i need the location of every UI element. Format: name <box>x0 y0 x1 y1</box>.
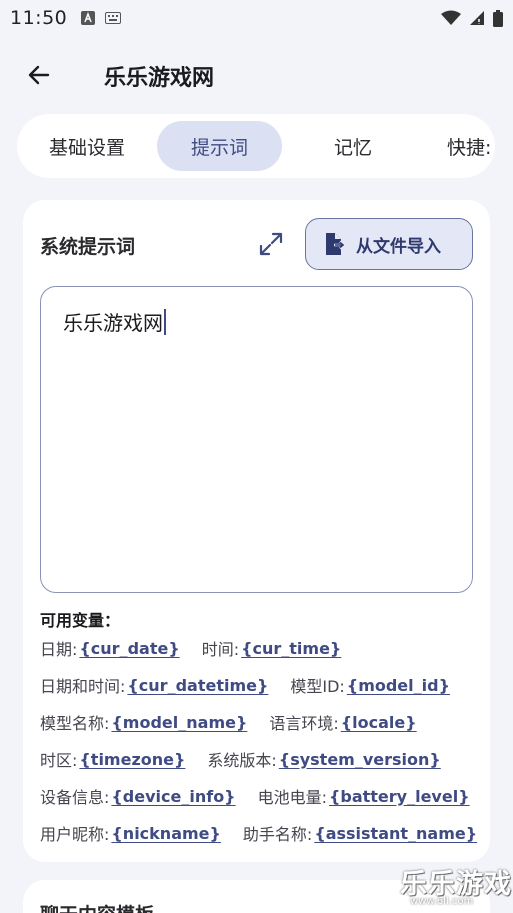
variable-token-cur-time[interactable]: {cur_time} <box>241 639 341 658</box>
variable-token-locale[interactable]: {locale} <box>341 713 417 732</box>
tab-memory[interactable]: 记忆 <box>291 121 415 171</box>
variable-token-device-info[interactable]: {device_info} <box>111 787 235 806</box>
tab-prompts[interactable]: 提示词 <box>157 121 282 171</box>
status-bar: 11:50 <box>0 0 513 36</box>
variable-label: 时区: <box>40 751 78 770</box>
tab-label: 基础设置 <box>48 136 125 159</box>
variable-label: 语言环境: <box>269 714 339 733</box>
variable-label: 设备信息: <box>40 788 110 807</box>
variable-row: 时区: {timezone} 系统版本: {system_version} <box>40 747 441 771</box>
tab-label: 记忆 <box>333 136 372 159</box>
import-from-file-button[interactable]: 从文件导入 <box>305 218 473 270</box>
variable-token-cur-date[interactable]: {cur_date} <box>79 639 179 658</box>
variable-token-timezone[interactable]: {timezone} <box>79 750 185 769</box>
system-prompt-card: 系统提示词 从文件导入 乐乐游戏网 可用变量： 日期: {cur_date} 时… <box>23 200 490 862</box>
text-a-icon <box>81 11 96 25</box>
variable-token-system-version[interactable]: {system_version} <box>279 750 441 769</box>
system-prompt-text: 乐乐游戏网 <box>63 311 163 335</box>
app-bar: 乐乐游戏网 <box>0 48 513 100</box>
tab-label: 快捷: <box>447 136 492 159</box>
variable-row: 模型名称: {model_name} 语言环境: {locale} <box>40 710 417 734</box>
tab-label: 提示词 <box>190 136 248 159</box>
variable-label: 模型ID: <box>290 677 345 696</box>
chat-template-title: 聊天内容模板 <box>40 900 154 913</box>
status-time: 11:50 <box>10 7 68 29</box>
variable-token-battery-level[interactable]: {battery_level} <box>329 787 470 806</box>
page-title: 乐乐游戏网 <box>104 66 215 91</box>
expand-button[interactable] <box>255 228 287 260</box>
status-notification-icons <box>81 11 122 25</box>
tab-shortcuts[interactable]: 快捷: <box>423 121 495 171</box>
variable-label: 用户昵称: <box>40 825 110 844</box>
tab-basic-settings[interactable]: 基础设置 <box>25 121 149 171</box>
text-caret <box>164 309 166 335</box>
battery-icon <box>493 9 503 27</box>
variable-row: 设备信息: {device_info} 电池电量: {battery_level… <box>40 784 470 808</box>
variable-token-cur-datetime[interactable]: {cur_datetime} <box>127 676 268 695</box>
system-prompt-input[interactable]: 乐乐游戏网 <box>40 286 473 593</box>
tab-bar: 基础设置 提示词 记忆 快捷: <box>17 114 495 178</box>
variable-row: 日期和时间: {cur_datetime} 模型ID: {model_id} <box>40 673 450 697</box>
import-button-label: 从文件导入 <box>356 236 441 257</box>
status-system-icons <box>441 9 503 27</box>
file-import-icon <box>326 233 344 255</box>
variable-label: 电池电量: <box>257 788 327 807</box>
variable-label: 时间: <box>201 640 240 659</box>
system-prompt-title: 系统提示词 <box>40 236 136 258</box>
wifi-icon <box>441 10 461 25</box>
signal-icon <box>470 11 484 25</box>
variable-token-model-id[interactable]: {model_id} <box>347 676 450 695</box>
variable-label: 模型名称: <box>40 714 110 733</box>
variable-label: 助手名称: <box>242 825 313 844</box>
variable-token-model-name[interactable]: {model_name} <box>111 713 247 732</box>
variables-title: 可用变量： <box>40 611 121 630</box>
variable-token-nickname[interactable]: {nickname} <box>111 824 221 843</box>
variable-label: 日期和时间: <box>40 677 126 696</box>
variable-label: 系统版本: <box>207 751 277 770</box>
watermark-logo: 乐乐游戏 www.6ll.com <box>396 862 513 913</box>
variable-row: 用户昵称: {nickname} 助手名称: {assistant_name} <box>40 821 477 845</box>
back-button[interactable] <box>22 58 56 92</box>
variable-token-assistant-name[interactable]: {assistant_name} <box>314 824 477 843</box>
expand-icon <box>259 232 283 256</box>
variable-label: 日期: <box>40 640 78 659</box>
watermark-url: www.6ll.com <box>410 896 474 907</box>
variable-row: 日期: {cur_date} 时间: {cur_time} <box>40 636 341 660</box>
arrow-left-icon <box>28 65 50 85</box>
keyboard-icon <box>105 12 122 24</box>
